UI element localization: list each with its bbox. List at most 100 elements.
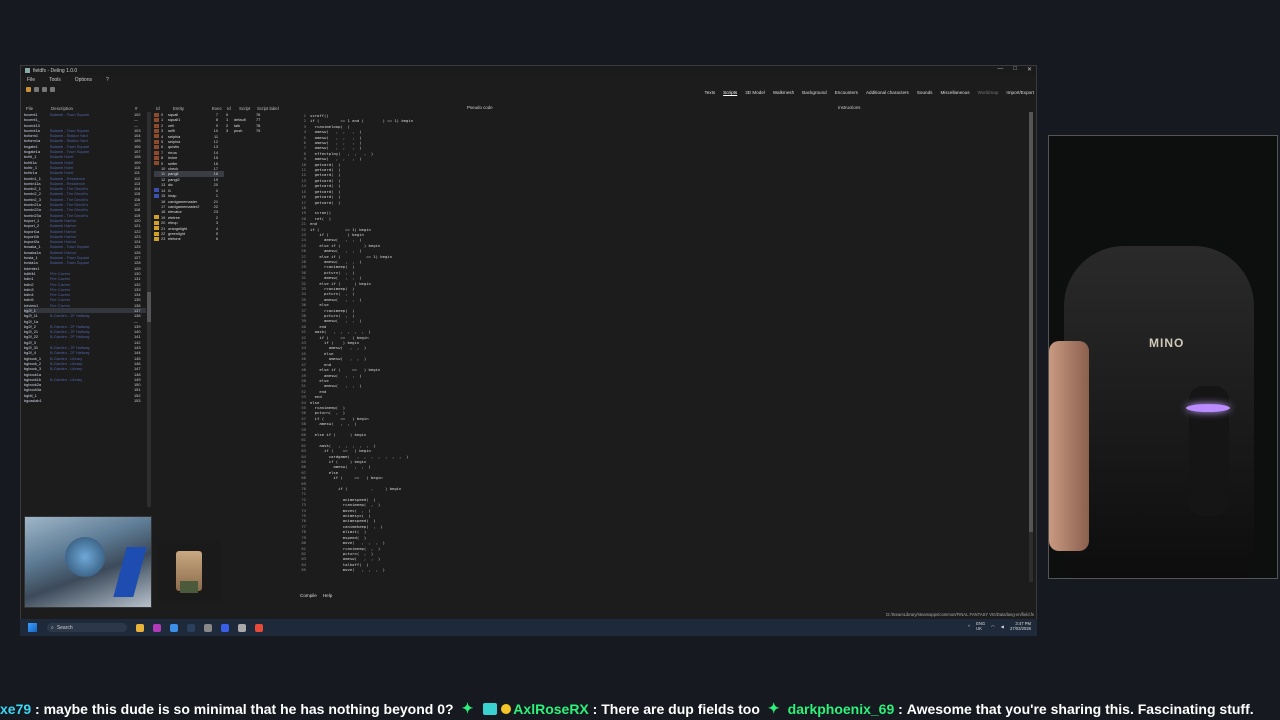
speaker-icon[interactable]: ◀ [1001, 624, 1004, 629]
save-as-icon[interactable] [42, 86, 47, 92]
help-button[interactable]: Help [323, 593, 332, 598]
github-app-icon[interactable] [204, 623, 212, 632]
chat-badge-gold-icon [501, 703, 512, 714]
wifi-icon[interactable]: ◠ [991, 624, 995, 629]
chat-message: There are dup fields too [601, 700, 760, 717]
entity-type-icon [154, 145, 159, 150]
minimize-button[interactable]: — [997, 66, 1003, 73]
entity-type-icon [154, 112, 159, 117]
menu-tools[interactable]: Tools [49, 77, 61, 83]
script-header[interactable]: Script [239, 106, 250, 111]
tab-scripts[interactable]: Scripts [723, 90, 737, 95]
chevron-up-icon[interactable]: ^ [968, 624, 970, 629]
entity-type-icon [154, 205, 159, 209]
editor-tabs: Texts Scripts 3D Model Walkmesh Background En… [704, 90, 1034, 95]
script-row[interactable]: 3 push 79 [226, 128, 292, 133]
entity-list: 0 squall 7 1 squall1 8 2 zell 9 3 selfi 10 4 selphia 1… [154, 112, 224, 242]
entity-type-icon [154, 123, 159, 128]
script-label-header[interactable]: Script label [257, 106, 279, 111]
menu-bar: File Tools Options ? [21, 75, 1036, 84]
streamer-arm [1049, 341, 1089, 551]
file-list-scroll-thumb[interactable] [147, 292, 151, 322]
code-scrollbar[interactable] [1029, 112, 1033, 582]
menu-options[interactable]: Options [75, 77, 92, 83]
clock-date: 27/03/2026 [1010, 626, 1031, 631]
folder-app-icon[interactable] [136, 623, 144, 632]
file-list-scrollbar[interactable] [147, 112, 151, 507]
tab-texts[interactable]: Texts [704, 90, 715, 95]
title-bar: fieldfs - Deling 1.0.0 — □ ✕ [21, 66, 1036, 75]
description-header[interactable]: Description [51, 106, 73, 111]
tab-sounds[interactable]: Sounds [917, 90, 933, 95]
exec-header[interactable]: Exec [212, 106, 222, 111]
close-button[interactable]: ✕ [1027, 66, 1032, 73]
chat-badge-icon [483, 702, 498, 715]
app-icon-red[interactable] [255, 623, 263, 632]
id-header[interactable]: Id [156, 106, 160, 111]
windows-start-icon[interactable] [28, 623, 37, 632]
chat-separator-icon: ✦ [767, 700, 780, 716]
instructions-label[interactable]: Instructions [838, 105, 860, 110]
clock[interactable]: 3:47 PM 27/03/2026 [1010, 621, 1031, 631]
tab-additional-characters[interactable]: Additional characters [866, 90, 909, 95]
script-label: 79 [256, 128, 261, 134]
line-number: 85 [301, 567, 306, 573]
window-title: fieldfs - Deling 1.0.0 [33, 67, 78, 74]
model-legs [180, 581, 198, 593]
code-scroll-thumb[interactable] [1029, 112, 1033, 532]
taskbar-search[interactable]: ⌕ Search [47, 623, 127, 632]
entity-type-icon [154, 210, 159, 214]
script-id-header[interactable]: Id [227, 106, 231, 111]
entity-type-icon [154, 215, 159, 220]
tab-worldmap[interactable]: Worldmap [978, 90, 999, 95]
entity-type-icon [154, 155, 159, 160]
language-indicator[interactable]: ENG UK [976, 621, 985, 631]
compile-button[interactable]: Compile [300, 593, 317, 598]
tab-3d-model[interactable]: 3D Model [745, 90, 765, 95]
tab-encounters[interactable]: Encounters [835, 90, 858, 95]
export-icon[interactable] [50, 86, 55, 92]
entity-type-icon [154, 220, 159, 225]
app-icon-purple[interactable] [153, 623, 161, 632]
entity-type-icon [154, 188, 159, 193]
file-list: bccent1 Balamb - Town Square 102 bccent1_ — b… [24, 112, 146, 512]
code-line: 85 move( , , , ) [297, 567, 1027, 572]
deling-window: fieldfs - Deling 1.0.0 — □ ✕ File Tools … [20, 65, 1037, 636]
browser-app-icon[interactable] [170, 623, 178, 632]
entity-header[interactable]: Entity [173, 106, 184, 111]
pseudo-code-editor[interactable]: 1 scroff() 2 if ( == 1 and ( ) == 1) begin 3… [297, 113, 1027, 583]
tab-walkmesh[interactable]: Walkmesh [773, 90, 794, 95]
entity-row[interactable]: 23 eletone 6 [154, 236, 224, 241]
chat-message: Awesome that you're sharing this. Fascin… [906, 700, 1254, 717]
tab-miscellaneous[interactable]: Miscellaneous [940, 90, 969, 95]
app-icon [25, 68, 30, 73]
system-tray: ^ ENG UK ◠ ◀ 3:47 PM 27/03/2026 [968, 621, 1031, 631]
maximize-button[interactable]: □ [1013, 66, 1017, 73]
script-name: push [234, 128, 243, 134]
tab-import-export[interactable]: Import/Export [1006, 90, 1034, 95]
steam-app-icon[interactable] [187, 623, 195, 632]
entity-type-icon [154, 178, 159, 182]
settings-app-icon[interactable] [238, 623, 246, 632]
menu-file[interactable]: File [27, 77, 35, 83]
search-icon: ⌕ [51, 624, 54, 631]
script-id: 3 [226, 128, 229, 134]
script-list: 0 76 1 default 77 2 talk 78 3 push 79 [226, 112, 292, 134]
number-header[interactable]: # [135, 106, 137, 111]
tab-background[interactable]: Background [802, 90, 827, 95]
entity-type-icon [154, 139, 159, 144]
webcam-feed: MINO [1048, 135, 1278, 579]
entity-type-icon [154, 150, 159, 155]
file-header[interactable]: File [26, 106, 33, 111]
file-row[interactable]: bgcaslab1 153 [24, 398, 146, 403]
entity-type-icon [154, 118, 159, 123]
save-icon[interactable] [34, 86, 39, 92]
open-folder-icon[interactable] [26, 86, 31, 92]
file-path: D:/SteamLibrary/steamapps/common/FINAL F… [886, 612, 1034, 617]
entity-type-icon [154, 231, 159, 236]
entity-type-icon [154, 161, 159, 166]
file-number: 153 [134, 398, 141, 404]
chat-username: AxlRoseRX [513, 700, 589, 717]
app-icon-blue[interactable] [221, 623, 229, 632]
menu-help[interactable]: ? [106, 77, 109, 83]
